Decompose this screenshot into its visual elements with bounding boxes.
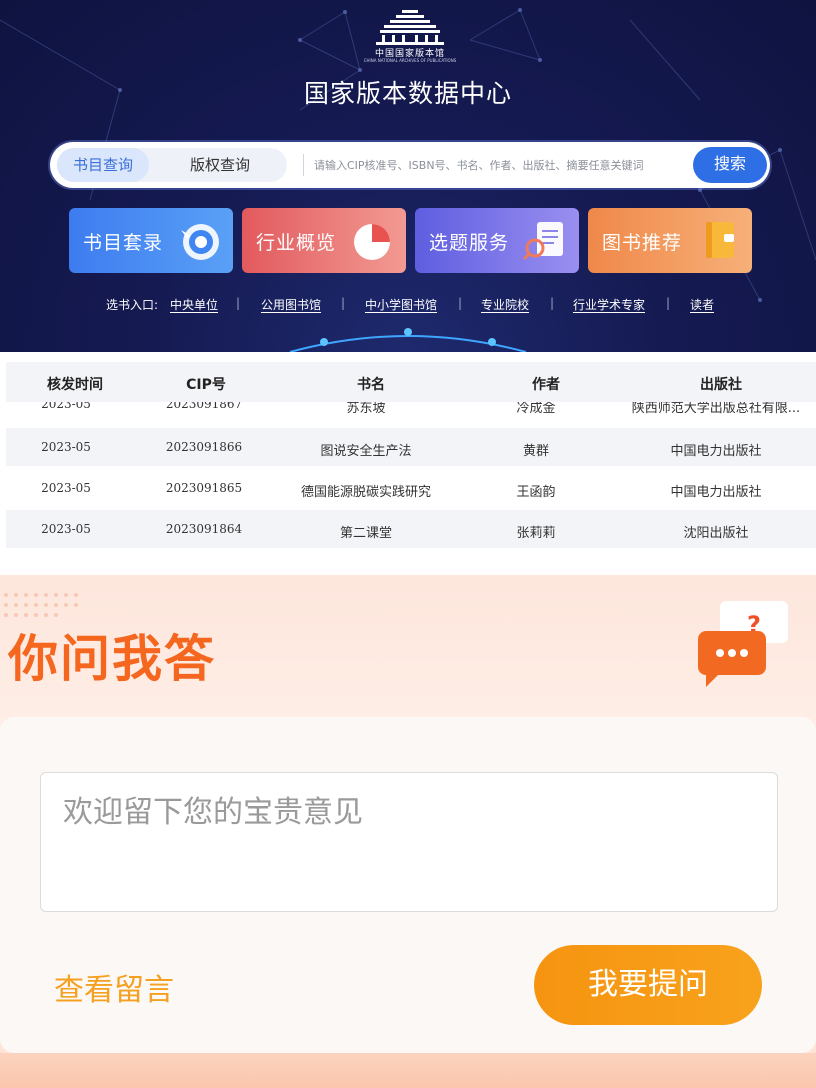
divider: | [458,296,463,310]
table-row[interactable]: 2023-05 2023091865 德国能源脱碳实践研究 王函韵 中国电力出版… [6,469,816,507]
cell-publisher: 中国电力出版社 [670,485,762,500]
cell-publisher: 中国电力出版社 [670,444,762,459]
document-search-icon [522,222,563,261]
cell-date: 2023-05 [41,522,91,536]
library-building-icon [376,10,444,45]
cell-date: 2023-05 [41,402,91,411]
header-author: 作者 [532,377,560,393]
entry-link-experts[interactable]: 行业学术专家 [573,296,645,313]
cell-cip: 2023091864 [165,522,243,536]
header-date: 核发时间 [47,377,103,393]
qa-bottom-band [0,1053,816,1088]
cell-author: 黄群 [522,444,549,459]
cell-author: 张莉莉 [516,526,556,541]
header-title: 书名 [357,377,385,393]
divider: | [550,296,555,310]
logo: 中国国家版本馆 CHINA NATIONAL ARCHIVES OF PUBLI… [358,6,462,64]
book-icon [706,222,734,258]
entry-link-school-library[interactable]: 中小学图书馆 [365,296,437,313]
entry-link-public-library[interactable]: 公用图书馆 [261,296,321,313]
tab-catalog-search[interactable]: 书目查询 [57,148,149,182]
search-tabs: 书目查询 版权查询 [57,148,287,182]
target-icon [181,224,219,260]
header-cip: CIP号 [186,377,226,393]
cell-title: 德国能源脱碳实践研究 [300,485,431,500]
entry-link-colleges[interactable]: 专业院校 [481,296,529,313]
tab-copyright-search[interactable]: 版权查询 [153,148,287,182]
entry-label: 选书入口: [106,298,159,312]
divider: | [666,296,671,310]
search-bar: 书目查询 版权查询 搜索 [50,142,770,188]
cell-author: 冷成金 [516,402,556,416]
card-label: 选题服务 [429,232,510,254]
logo-subtext: CHINA NATIONAL ARCHIVES OF PUBLICATIONS [363,58,457,63]
card-industry-overview[interactable]: 行业概览 [242,208,406,273]
cell-title: 图说安全生产法 [320,444,412,459]
cip-table: 核发时间 CIP号 书名 作者 出版社 2023-05 2023091867 苏… [0,352,816,575]
card-catalog[interactable]: 书目套录 [69,208,233,273]
cell-date: 2023-05 [41,481,91,495]
card-book-recommendation[interactable]: 图书推荐 [588,208,752,273]
cell-date: 2023-05 [41,440,91,454]
cell-title: 第二课堂 [339,526,392,541]
cell-cip: 2023091866 [165,440,243,454]
card-label: 图书推荐 [602,232,683,254]
table-row[interactable]: 2023-05 2023091866 图说安全生产法 黄群 中国电力出版社 [6,428,816,466]
pie-chart-icon [354,224,390,260]
header-publisher: 出版社 [700,377,742,393]
table-header: 核发时间 CIP号 书名 作者 出版社 [6,362,816,402]
view-messages-link[interactable]: 查看留言 [54,965,174,1009]
search-button[interactable]: 搜索 [693,147,767,183]
cell-title: 苏东坡 [346,402,386,416]
cell-cip: 2023091867 [165,402,243,411]
qa-section: 你问我答 ? 查看留言 我要提问 [0,575,816,1088]
feedback-input[interactable] [40,772,778,912]
search-input[interactable] [314,150,734,180]
divider: | [236,296,241,310]
divider: | [341,296,346,310]
table-row[interactable]: 2023-05 2023091867 苏东坡 冷成金 陕西师范大学出版总社有限.… [6,402,816,417]
entry-link-central[interactable]: 中央单位 [170,296,218,313]
cell-cip: 2023091865 [165,481,243,495]
card-topic-service[interactable]: 选题服务 [415,208,579,273]
card-label: 行业概览 [256,232,337,254]
feedback-panel: 查看留言 我要提问 [0,717,816,1053]
entry-links: 选书入口: 中央单位 | 公用图书馆 | 中小学图书馆 | 专业院校 | 行业学… [0,294,816,314]
ask-question-button[interactable]: 我要提问 [534,945,762,1025]
hero-banner: 中国国家版本馆 CHINA NATIONAL ARCHIVES OF PUBLI… [0,0,816,352]
search-divider [303,154,304,176]
cell-publisher: 沈阳出版社 [683,526,749,541]
card-label: 书目套录 [83,232,164,254]
entry-link-readers[interactable]: 读者 [690,296,714,313]
table-row[interactable]: 2023-05 2023091864 第二课堂 张莉莉 沈阳出版社 [6,510,816,548]
cell-author: 王函韵 [516,485,556,500]
page-title: 国家版本数据中心 [303,79,512,108]
cell-publisher: 陕西师范大学出版总社有限... [631,402,801,416]
qa-title: 你问我答 [8,630,216,688]
chat-question-icon: ? [698,601,788,687]
